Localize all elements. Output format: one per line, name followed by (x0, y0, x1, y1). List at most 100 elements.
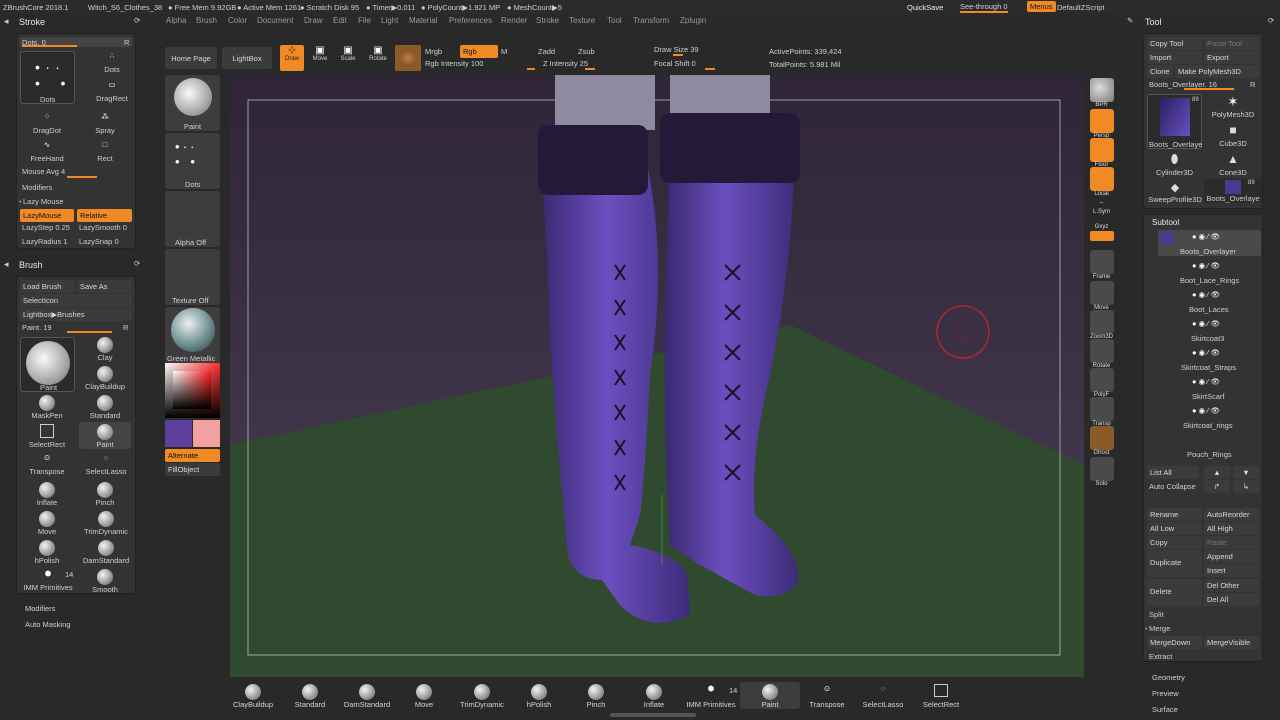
stroke-dragdot[interactable]: ⁘ DragDot (27, 112, 67, 135)
menu-color[interactable]: Color (228, 16, 247, 25)
rgb-intensity-slider[interactable]: Rgb Intensity 100 (425, 59, 483, 68)
subtool-visibility-icons[interactable]: ● ◉ ⁄ 👁 (1192, 348, 1220, 357)
brush-selectrect[interactable]: SelectRect (23, 424, 71, 449)
material-thumb[interactable] (395, 45, 421, 71)
secondary-color-swatch[interactable] (193, 420, 220, 447)
export-button[interactable]: Export (1204, 51, 1259, 64)
primary-color-swatch[interactable] (165, 420, 192, 447)
lazy-mouse-header[interactable]: Lazy Mouse (23, 197, 63, 206)
zsub-button[interactable]: Zsub (578, 47, 595, 56)
subtool-item-skirtcoat3[interactable]: ● ◉ ⁄ 👁 Skirtcoat3 (1158, 317, 1261, 343)
brush-hpolish[interactable]: hPolish (25, 540, 69, 565)
menu-preferences[interactable]: Preferences (449, 16, 492, 25)
mergedown-button[interactable]: MergeDown (1147, 636, 1202, 649)
tool-pin-icon[interactable]: ⟳ (1268, 16, 1274, 25)
lazyradius-slider[interactable]: LazyRadius 1 (22, 237, 67, 246)
bottom-selectrect[interactable]: SelectRect (911, 684, 971, 709)
solo-button[interactable]: Solo (1088, 457, 1115, 487)
stroke-slot[interactable]: • ∙ ∙ • • Dots (165, 133, 220, 189)
brush-slot[interactable]: Paint (165, 75, 220, 131)
menu-alpha[interactable]: Alpha (166, 16, 186, 25)
current-tool-thumb[interactable]: Boots_Overlaye 89 (1147, 94, 1202, 149)
bottom-pinch[interactable]: Pinch (566, 684, 626, 709)
stroke-dragrect[interactable]: ▭ DragRect (92, 80, 132, 103)
del-all-button[interactable]: Del All (1204, 593, 1259, 606)
rotate-mode-button[interactable]: ▣ Rotate (365, 45, 391, 71)
preview-section[interactable]: Preview (1152, 689, 1179, 698)
home-page-button[interactable]: Home Page (165, 47, 217, 69)
paint-slider[interactable]: Paint. 19 (22, 323, 52, 332)
cone3d-tool[interactable]: ▲ Cone3D (1206, 152, 1260, 177)
relative-button[interactable]: Relative (77, 209, 132, 222)
boots-tool-2[interactable]: Boots_Overlaye 89 (1204, 179, 1262, 203)
import-button[interactable]: Import (1147, 51, 1202, 64)
bpr-button[interactable]: BPR (1088, 78, 1115, 108)
brush-standard[interactable]: Standard (85, 395, 125, 420)
load-brush-button[interactable]: Load Brush (20, 280, 75, 293)
lazysmooth-slider[interactable]: LazySmooth 0 (79, 223, 127, 232)
transp-button[interactable]: Transp (1088, 397, 1115, 427)
default-zscript-button[interactable]: DefaultZScript (1057, 3, 1105, 12)
dots-reset[interactable]: R (124, 38, 129, 47)
bottom-inflate[interactable]: Inflate (624, 684, 684, 709)
menu-material[interactable]: Material (409, 16, 437, 25)
bottom-claybuildup[interactable]: ClayBuildup (223, 684, 283, 709)
brush-selectlasso[interactable]: ◌ SelectLasso (80, 453, 132, 476)
brush-claybuildup[interactable]: ClayBuildup (80, 366, 130, 391)
lsym-button[interactable]: ⇔ L.Sym (1088, 200, 1115, 215)
rotate-view-button[interactable]: Rotate (1088, 339, 1115, 369)
draw-button[interactable]: ⊹ Draw (280, 45, 304, 71)
lightbox-brushes-button[interactable]: Lightbox▶Brushes (20, 308, 132, 321)
lightbox-button[interactable]: LightBox (222, 47, 272, 69)
dots-slider[interactable]: Dots. 0 R (20, 37, 132, 47)
bottom-standard[interactable]: Standard (280, 684, 340, 709)
move-view-button[interactable]: Move (1088, 281, 1115, 311)
mrgb-button[interactable]: Mrgb (425, 47, 442, 56)
subtool-visibility-icons[interactable]: ● ◉ ⁄ 👁 (1192, 261, 1220, 270)
stroke-dots[interactable]: ∴ Dots (92, 51, 132, 74)
subtool-item-skirtscarf[interactable]: ● ◉ ⁄ 👁 SkirtScarf (1158, 375, 1261, 401)
see-through-slider[interactable]: See-through 0 (960, 2, 1008, 13)
mouse-avg-slider[interactable]: Mouse Avg 4 (22, 167, 65, 176)
tool-reset[interactable]: R (1250, 80, 1255, 89)
zadd-button[interactable]: Zadd (538, 47, 555, 56)
viewport-canvas[interactable] (230, 75, 1084, 677)
brush-header[interactable]: ◂ Brush ⟳ (2, 257, 154, 273)
stroke-preview[interactable]: • ∙ ∙ • • Dots (20, 51, 75, 104)
polyf-button[interactable]: PolyF (1088, 368, 1115, 398)
subtool-item-boots-overlayer[interactable]: ● ◉ ⁄ 👁 Boots_Overlayer (1158, 230, 1261, 256)
texture-slot[interactable]: Texture Off (165, 249, 220, 305)
menu-file[interactable]: File (358, 16, 371, 25)
alpha-slot[interactable]: Alpha Off (165, 191, 220, 247)
arrow-down-button[interactable]: ▼ (1233, 466, 1259, 479)
lazysnap-slider[interactable]: LazySnap 0 (79, 237, 119, 246)
subtool-visibility-icons[interactable]: ● ◉ ⁄ 👁 (1192, 232, 1220, 241)
menus-button[interactable]: Menus (1027, 1, 1056, 12)
menu-render[interactable]: Render (501, 16, 527, 25)
bottom-hpolish[interactable]: hPolish (509, 684, 569, 709)
brush-trimdynamic[interactable]: TrimDynamic (79, 511, 133, 536)
focal-shift-slider[interactable]: Focal Shift 0 (654, 59, 696, 68)
quicksave-button[interactable]: QuickSave (907, 3, 943, 12)
mergevisible-button[interactable]: MergeVisible (1204, 636, 1259, 649)
menu-zplugin[interactable]: Zplugin (680, 16, 706, 25)
append-button[interactable]: Append (1204, 550, 1259, 563)
surface-section[interactable]: Surface (1152, 705, 1178, 714)
selecticon-button[interactable]: SelectIcon (20, 294, 132, 307)
brush-modifiers[interactable]: Modifiers (25, 604, 55, 613)
paint-reset[interactable]: R (123, 323, 128, 332)
subtool-visibility-icons[interactable]: ● ◉ ⁄ 👁 (1192, 377, 1220, 386)
rgb-button[interactable]: Rgb (460, 45, 498, 58)
zoom3d-button[interactable]: Zoom3D (1088, 310, 1115, 340)
cube3d-tool[interactable]: ■ Cube3D (1206, 123, 1260, 148)
brush-clay[interactable]: Clay (85, 337, 125, 362)
del-other-button[interactable]: Del Other (1204, 579, 1259, 592)
bottom-paint[interactable]: Paint (740, 682, 800, 709)
fillobject-button[interactable]: FillObject (165, 463, 220, 476)
subtool-item-skirtcoat-rings[interactable]: ● ◉ ⁄ 👁 Skirtcoat_rings (1158, 404, 1261, 430)
subtool-visibility-icons[interactable]: ● ◉ ⁄ 👁 (1192, 290, 1220, 299)
subtool-item-skirtcoat-straps[interactable]: ● ◉ ⁄ 👁 Skirtcoat_Straps (1158, 346, 1261, 372)
stroke-spray[interactable]: ⁂ Spray (85, 112, 125, 135)
menu-brush[interactable]: Brush (196, 16, 217, 25)
frame-button[interactable]: Frame (1088, 250, 1115, 280)
